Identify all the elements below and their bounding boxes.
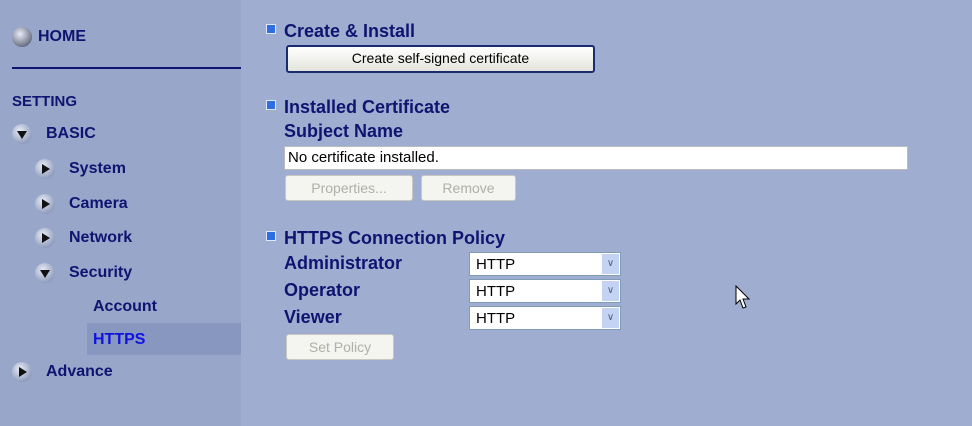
bullet-icon: [266, 24, 276, 34]
create-install-heading: Create & Install: [266, 21, 415, 42]
operator-label: Operator: [284, 280, 361, 300]
nav-advance[interactable]: Advance: [12, 362, 113, 382]
set-policy-button[interactable]: Set Policy: [286, 334, 394, 360]
nav-system[interactable]: System: [35, 159, 126, 179]
chevron-down-icon: ∨: [602, 308, 619, 328]
chevron-down-icon: [35, 263, 55, 283]
administrator-label: Administrator: [284, 253, 403, 273]
chevron-down-icon: ∨: [602, 281, 619, 301]
chevron-right-icon: [35, 194, 55, 214]
nav-home[interactable]: HOME: [12, 27, 86, 47]
home-label: HOME: [38, 28, 86, 46]
divider: [12, 67, 241, 69]
nav-account[interactable]: Account: [93, 298, 157, 316]
chevron-down-icon: [12, 124, 32, 144]
operator-select[interactable]: HTTP ∨: [469, 279, 621, 303]
chevron-right-icon: [35, 159, 55, 179]
administrator-select[interactable]: HTTP ∨: [469, 252, 621, 276]
subject-name-label: Subject Name: [284, 121, 404, 141]
home-icon: [12, 27, 32, 47]
nav-https[interactable]: HTTPS: [93, 331, 145, 349]
system-label: System: [69, 160, 126, 178]
installed-certificate-heading: Installed Certificate: [266, 97, 450, 118]
chevron-right-icon: [12, 362, 32, 382]
security-label: Security: [69, 264, 133, 282]
policy-title: HTTPS Connection Policy: [284, 228, 506, 248]
bullet-icon: [266, 100, 276, 110]
camera-label: Camera: [69, 195, 128, 213]
policy-heading: HTTPS Connection Policy: [266, 228, 505, 249]
viewer-value: HTTP: [476, 310, 516, 327]
remove-button[interactable]: Remove: [421, 175, 516, 201]
setting-heading: SETTING: [12, 93, 78, 110]
admin-value: HTTP: [476, 256, 516, 273]
installed-title: Installed Certificate: [284, 97, 451, 117]
subject-name-field[interactable]: No certificate installed.: [284, 146, 908, 170]
nav-basic[interactable]: BASIC: [12, 124, 96, 144]
network-label: Network: [69, 229, 133, 247]
bullet-icon: [266, 231, 276, 241]
chevron-down-icon: ∨: [602, 254, 619, 274]
chevron-right-icon: [35, 228, 55, 248]
nav-security[interactable]: Security: [35, 263, 132, 283]
create-certificate-button[interactable]: Create self-signed certificate: [286, 45, 595, 73]
create-title: Create & Install: [284, 21, 416, 41]
advance-label: Advance: [46, 363, 113, 381]
viewer-select[interactable]: HTTP ∨: [469, 306, 621, 330]
nav-network[interactable]: Network: [35, 228, 132, 248]
mouse-cursor-icon: [735, 285, 751, 309]
sidebar: HOME SETTING BASIC System Camera Network…: [0, 0, 241, 426]
nav-camera[interactable]: Camera: [35, 194, 128, 214]
basic-label: BASIC: [46, 125, 96, 143]
properties-button[interactable]: Properties...: [285, 175, 413, 201]
viewer-label: Viewer: [284, 307, 342, 327]
operator-value: HTTP: [476, 283, 516, 300]
